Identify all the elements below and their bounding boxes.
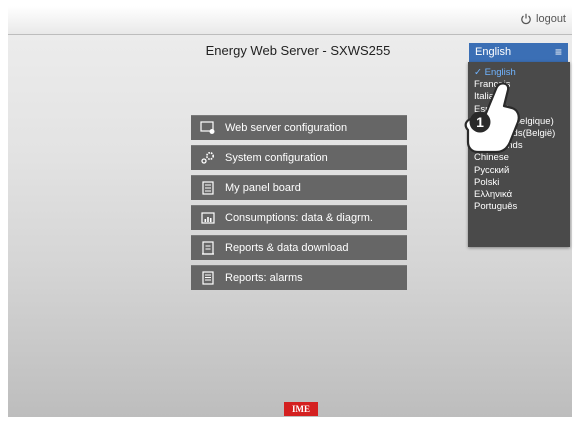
report-download-icon: [191, 241, 225, 255]
menu-item-label: Consumptions: data & diagrm.: [225, 212, 373, 224]
language-option-portugues[interactable]: Português: [474, 201, 570, 213]
page-title: Energy Web Server - SXWS255: [205, 43, 391, 58]
language-option-greek[interactable]: Ελληνικά: [474, 189, 570, 201]
ime-logo: IME: [284, 402, 318, 416]
menu-item-consumptions[interactable]: Consumptions: data & diagrm.: [191, 205, 407, 230]
language-option-english[interactable]: ✓ English: [474, 67, 570, 79]
menu-item-label: My panel board: [225, 182, 301, 194]
menu-item-label: System configuration: [225, 152, 328, 164]
menu-item-my-panel-board[interactable]: My panel board: [191, 175, 407, 200]
menu-item-reports-alarms[interactable]: Reports: alarms: [191, 265, 407, 290]
gears-icon: [191, 151, 225, 165]
report-alarm-icon: [191, 271, 225, 285]
chart-icon: [191, 211, 225, 225]
hamburger-icon: ≡: [554, 45, 562, 59]
menu-item-reports-data-download[interactable]: Reports & data download: [191, 235, 407, 260]
menu-item-label: Reports: alarms: [225, 272, 303, 284]
menu-item-label: Web server configuration: [225, 122, 348, 134]
top-bar: logout: [8, 6, 572, 35]
callout-number: 1: [476, 114, 484, 130]
menu-item-label: Reports & data download: [225, 242, 349, 254]
pointing-hand-icon: 1: [452, 82, 524, 161]
panel-board-icon: [191, 181, 225, 195]
monitor-gear-icon: [191, 121, 225, 135]
main-menu: Web server configuration System configur…: [191, 115, 407, 295]
logout-label: logout: [536, 13, 566, 25]
language-option-polski[interactable]: Polski: [474, 177, 570, 189]
language-select[interactable]: English ≡: [469, 43, 568, 63]
menu-item-system-configuration[interactable]: System configuration: [191, 145, 407, 170]
language-select-value: English: [475, 46, 512, 58]
menu-item-web-server-configuration[interactable]: Web server configuration: [191, 115, 407, 140]
language-option-russian[interactable]: Русский: [474, 165, 570, 177]
power-icon: [520, 13, 532, 25]
logout-button[interactable]: logout: [520, 13, 566, 25]
